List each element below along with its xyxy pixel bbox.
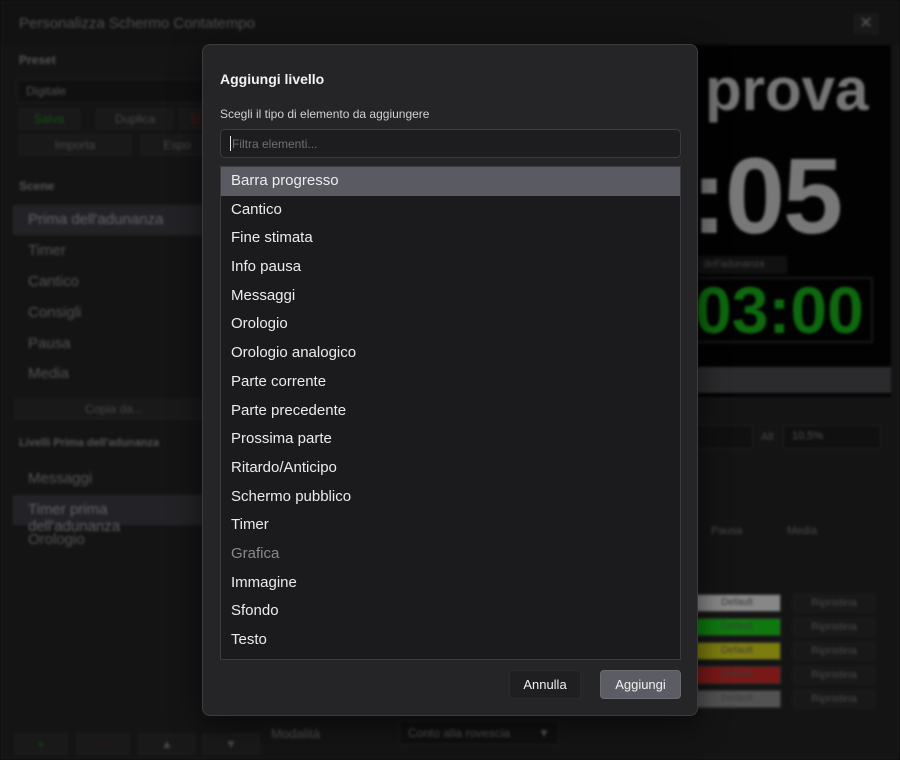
list-item[interactable]: Testo <box>221 626 680 655</box>
list-item[interactable]: Parte corrente <box>221 368 680 397</box>
app-root: Personalizza Schermo Contatempo ✕ Preset… <box>0 0 900 760</box>
list-item[interactable]: Prossima parte <box>221 425 680 454</box>
add-button[interactable]: Aggiungi <box>600 670 681 699</box>
list-item[interactable]: Schermo pubblico <box>221 483 680 512</box>
list-item[interactable]: Ritardo/Anticipo <box>221 454 680 483</box>
list-item: Grafica <box>231 544 280 562</box>
list-item[interactable]: Parte precedente <box>221 397 680 426</box>
filter-input[interactable] <box>220 129 681 158</box>
list-item[interactable]: Cantico <box>221 196 680 225</box>
list-item[interactable]: Immagine <box>221 569 680 598</box>
list-item[interactable]: Orologio <box>221 310 680 339</box>
list-item[interactable]: Messaggi <box>221 282 680 311</box>
list-item[interactable]: Info pausa <box>221 253 680 282</box>
text-caret <box>230 136 231 151</box>
list-item[interactable]: Sfondo <box>221 597 680 626</box>
dialog-title: Aggiungi livello <box>220 71 325 87</box>
list-item[interactable]: Barra progresso <box>221 167 680 196</box>
dialog-subtitle: Scegli il tipo di elemento da aggiungere <box>220 107 430 121</box>
list-item[interactable]: Fine stimata <box>221 224 680 253</box>
add-level-dialog: Aggiungi livello Scegli il tipo di eleme… <box>202 44 698 716</box>
cancel-button[interactable]: Annulla <box>509 670 581 699</box>
element-type-list[interactable]: Barra progresso Cantico Fine stimata Info p… <box>220 166 681 660</box>
list-item[interactable]: Orologio analogico <box>221 339 680 368</box>
list-item[interactable]: Timer <box>221 511 680 540</box>
